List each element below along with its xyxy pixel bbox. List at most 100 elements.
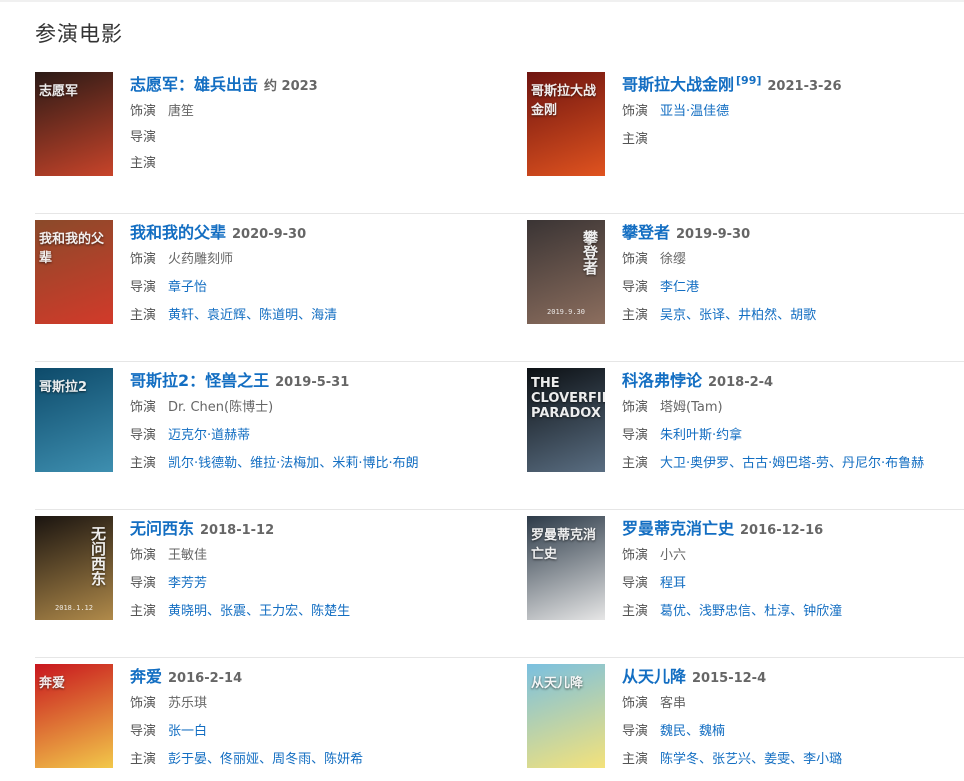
film-title-line: 奔爱 2016-2-14 <box>130 664 475 690</box>
role-line: 饰演 苏乐琪 <box>130 690 475 718</box>
film-grid: 志愿军 志愿军：雄兵出击约 2023 饰演 唐笙 导演 主演 哥斯拉大战金刚 哥斯拉大战金刚[… <box>35 66 964 781</box>
star-link[interactable]: 吴京 <box>660 308 686 323</box>
star-link[interactable]: 张艺兴 <box>712 752 751 767</box>
film-title-line: 哥斯拉2：怪兽之王 2019-5-31 <box>130 368 475 394</box>
star-link[interactable]: 海清 <box>311 308 337 323</box>
role-line: 饰演 亚当·温佳德 <box>622 98 964 126</box>
film-title-link[interactable]: 奔爱 <box>130 667 162 686</box>
star-link[interactable]: 丹尼尔·布鲁赫 <box>842 456 924 471</box>
star-link[interactable]: 周冬雨 <box>272 752 311 767</box>
film-release-date: 2015-12-4 <box>692 671 767 686</box>
film-poster[interactable]: 哥斯拉大战金刚 <box>527 72 605 176</box>
starring-line: 主演 吴京、张译、井柏然、胡歌 <box>622 302 964 330</box>
star-link[interactable]: 王力宏 <box>259 604 298 619</box>
director-line: 导演 章子怡 <box>130 274 475 302</box>
director-link[interactable]: 魏楠 <box>699 724 725 739</box>
star-link[interactable]: 袁近辉 <box>207 308 246 323</box>
star-link[interactable]: 陈学冬 <box>660 752 699 767</box>
star-link[interactable]: 张震 <box>220 604 246 619</box>
film-poster[interactable]: 我和我的父辈 <box>35 220 113 324</box>
director-line: 导演 朱利叶斯·约拿 <box>622 422 964 450</box>
film-poster[interactable]: 无问西东 2018.1.12 <box>35 516 113 620</box>
director-link[interactable]: 章子怡 <box>168 280 207 295</box>
role-line: 饰演 王敏佳 <box>130 542 475 570</box>
star-link[interactable]: 钟欣潼 <box>803 604 842 619</box>
director-link[interactable]: 迈克尔·道赫蒂 <box>168 428 250 443</box>
star-link[interactable]: 古古·姆巴塔-劳 <box>742 456 829 471</box>
star-link[interactable]: 彭于晏 <box>168 752 207 767</box>
film-title-link[interactable]: 科洛弗悖论 <box>622 371 702 390</box>
film-release-date: 2016-12-16 <box>740 523 824 538</box>
film-info: 哥斯拉大战金刚 [99] 2021-3-26 饰演 亚当·温佳德 主演 <box>622 72 964 154</box>
section-title: 参演电影 <box>35 22 123 46</box>
person-link[interactable]: 亚当·温佳德 <box>660 104 729 119</box>
starring-line: 主演 黄晓明、张震、王力宏、陈楚生 <box>130 598 475 626</box>
poster-title-art: 我和我的父辈 <box>39 232 105 266</box>
film-row: 我和我的父辈 我和我的父辈 2020-9-30 饰演 火药雕刻师 导演 章子怡 主演 黄轩、袁近… <box>35 214 964 362</box>
star-link[interactable]: 李小璐 <box>803 752 842 767</box>
role-line-label: 饰演 <box>130 400 157 415</box>
film-title-link[interactable]: 哥斯拉2：怪兽之王 <box>130 371 269 390</box>
reference-link[interactable]: [99] <box>736 74 761 87</box>
star-link[interactable]: 葛优 <box>660 604 686 619</box>
separator: 、 <box>311 752 325 767</box>
starring-line-label: 主演 <box>130 308 157 323</box>
film-title-link[interactable]: 志愿军：雄兵出击 <box>130 75 258 94</box>
film-title-link[interactable]: 哥斯拉大战金刚 <box>622 75 734 94</box>
star-link[interactable]: 大卫·奥伊罗 <box>660 456 729 471</box>
role-name: 唐笙 <box>168 104 195 119</box>
role-line-label: 饰演 <box>130 548 157 563</box>
role-line: 饰演 客串 <box>622 690 964 718</box>
top-divider <box>0 0 964 2</box>
film-title-link[interactable]: 罗曼蒂克消亡史 <box>622 519 734 538</box>
poster-release-date: 2019.9.30 <box>547 308 585 316</box>
director-link[interactable]: 李芳芳 <box>168 576 207 591</box>
film-title-link[interactable]: 我和我的父辈 <box>130 223 226 242</box>
star-link[interactable]: 浅野忠信 <box>699 604 751 619</box>
star-link[interactable]: 黄轩 <box>168 308 194 323</box>
star-link[interactable]: 陈楚生 <box>311 604 350 619</box>
film-card: 无问西东 2018.1.12 无问西东 2018-1-12 饰演 王敏佳 导演 李芳芳 主演 黄晓… <box>35 516 475 646</box>
film-title-link[interactable]: 从天儿降 <box>622 667 686 686</box>
film-row: 无问西东 2018.1.12 无问西东 2018-1-12 饰演 王敏佳 导演 李芳芳 主演 黄晓… <box>35 510 964 658</box>
starring-line-label: 主演 <box>622 308 649 323</box>
film-card: 哥斯拉2 哥斯拉2：怪兽之王 2019-5-31 饰演 Dr. Chen(陈博士) 导演迈… <box>35 368 475 498</box>
star-link[interactable]: 陈道明 <box>259 308 298 323</box>
film-poster[interactable]: 罗曼蒂克消亡史 <box>527 516 605 620</box>
film-title-link[interactable]: 无问西东 <box>130 519 194 538</box>
star-link[interactable]: 陈妍希 <box>324 752 363 767</box>
director-line: 导演 李芳芳 <box>130 570 475 598</box>
star-link[interactable]: 张译 <box>699 308 725 323</box>
film-poster[interactable]: 哥斯拉2 <box>35 368 113 472</box>
film-poster[interactable]: THE CLOVERFIELD PARADOX <box>527 368 605 472</box>
poster-title-art: 哥斯拉大战金刚 <box>531 84 597 118</box>
director-link[interactable]: 程耳 <box>660 576 686 591</box>
film-poster[interactable]: 志愿军 <box>35 72 113 176</box>
poster-title-art: 哥斯拉2 <box>39 380 88 395</box>
director-link[interactable]: 李仁港 <box>660 280 699 295</box>
star-link[interactable]: 米莉·博比·布朗 <box>332 456 418 471</box>
director-link[interactable]: 魏民 <box>660 724 686 739</box>
star-link[interactable]: 佟丽娅 <box>220 752 259 767</box>
film-poster[interactable]: 攀登者 2019.9.30 <box>527 220 605 324</box>
star-link[interactable]: 井柏然 <box>738 308 777 323</box>
star-link[interactable]: 维拉·法梅加 <box>250 456 319 471</box>
film-poster[interactable]: 从天儿降 <box>527 664 605 768</box>
role-name: Dr. Chen(陈博士) <box>168 400 274 415</box>
director-line-label: 导演 <box>130 576 157 591</box>
film-info: 哥斯拉2：怪兽之王 2019-5-31 饰演 Dr. Chen(陈博士) 导演 迈克尔·道… <box>130 368 475 478</box>
star-link[interactable]: 黄晓明 <box>168 604 207 619</box>
star-link[interactable]: 胡歌 <box>790 308 816 323</box>
starring-line-label: 主演 <box>130 156 157 171</box>
star-link[interactable]: 杜淳 <box>764 604 790 619</box>
separator: 、 <box>686 604 700 619</box>
role-name: 火药雕刻师 <box>168 252 234 267</box>
star-link[interactable]: 凯尔·钱德勒 <box>168 456 237 471</box>
film-title-link[interactable]: 攀登者 <box>622 223 670 242</box>
star-link[interactable]: 姜雯 <box>764 752 790 767</box>
separator: 、 <box>751 752 765 767</box>
separator: 、 <box>298 308 312 323</box>
director-link[interactable]: 张一白 <box>168 724 207 739</box>
director-link[interactable]: 朱利叶斯·约拿 <box>660 428 742 443</box>
film-poster[interactable]: 奔爱 <box>35 664 113 768</box>
